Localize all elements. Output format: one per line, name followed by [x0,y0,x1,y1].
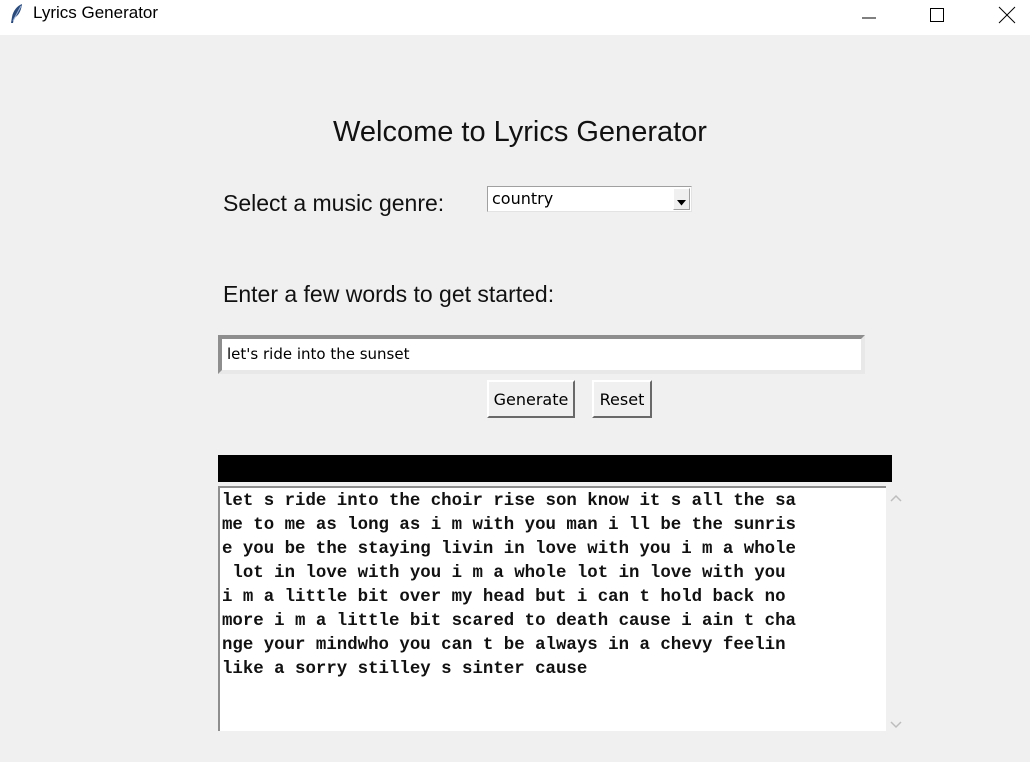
close-icon [998,6,1016,24]
maximize-icon [930,8,944,22]
maximize-button[interactable] [914,0,960,30]
window-title: Lyrics Generator [33,3,159,22]
chevron-down-icon [677,200,686,206]
lyrics-line: lot in love with you i m a whole lot in … [222,564,786,583]
page-title: Welcome to Lyrics Generator [333,116,707,148]
prompt-input[interactable]: let's ride into the sunset [218,335,865,374]
genre-label: Select a music genre: [223,190,445,216]
lyrics-output[interactable]: let s ride into the choir rise son know … [218,486,886,731]
minimize-button[interactable] [846,0,892,30]
scroll-down-button[interactable] [886,715,906,735]
scroll-up-button[interactable] [886,488,906,508]
lyrics-line: more i m a little bit scared to death ca… [222,612,796,631]
lyrics-line: e you be the staying livin in love with … [222,540,796,559]
feather-icon [8,3,26,25]
lyrics-line: like a sorry stilley s sinter cause [222,660,588,679]
lyrics-line: me to me as long as i m with you man i l… [222,516,796,535]
lyrics-line: let s ride into the choir rise son know … [222,492,796,511]
output-header-bar [218,455,892,482]
reset-button[interactable]: Reset [592,380,652,418]
lyrics-line: nge your mindwho you can t be always in … [222,636,786,655]
prompt-label: Enter a few words to get started: [223,281,555,307]
genre-select[interactable]: country [487,186,692,212]
minimize-icon [862,17,876,19]
main-window: Welcome to Lyrics Generator Select a mus… [0,35,1030,762]
vertical-scrollbar[interactable] [886,486,906,731]
lyrics-line: i m a little bit over my head but i can … [222,588,786,607]
generate-button[interactable]: Generate [487,380,575,418]
close-button[interactable] [984,0,1030,30]
lyrics-output-text: let s ride into the choir rise son know … [222,490,884,682]
title-bar: Lyrics Generator [0,0,1030,35]
dropdown-arrow-button[interactable] [673,188,690,210]
chevron-down-icon [890,721,902,729]
genre-select-value: country [492,189,554,208]
chevron-up-icon [890,494,902,502]
